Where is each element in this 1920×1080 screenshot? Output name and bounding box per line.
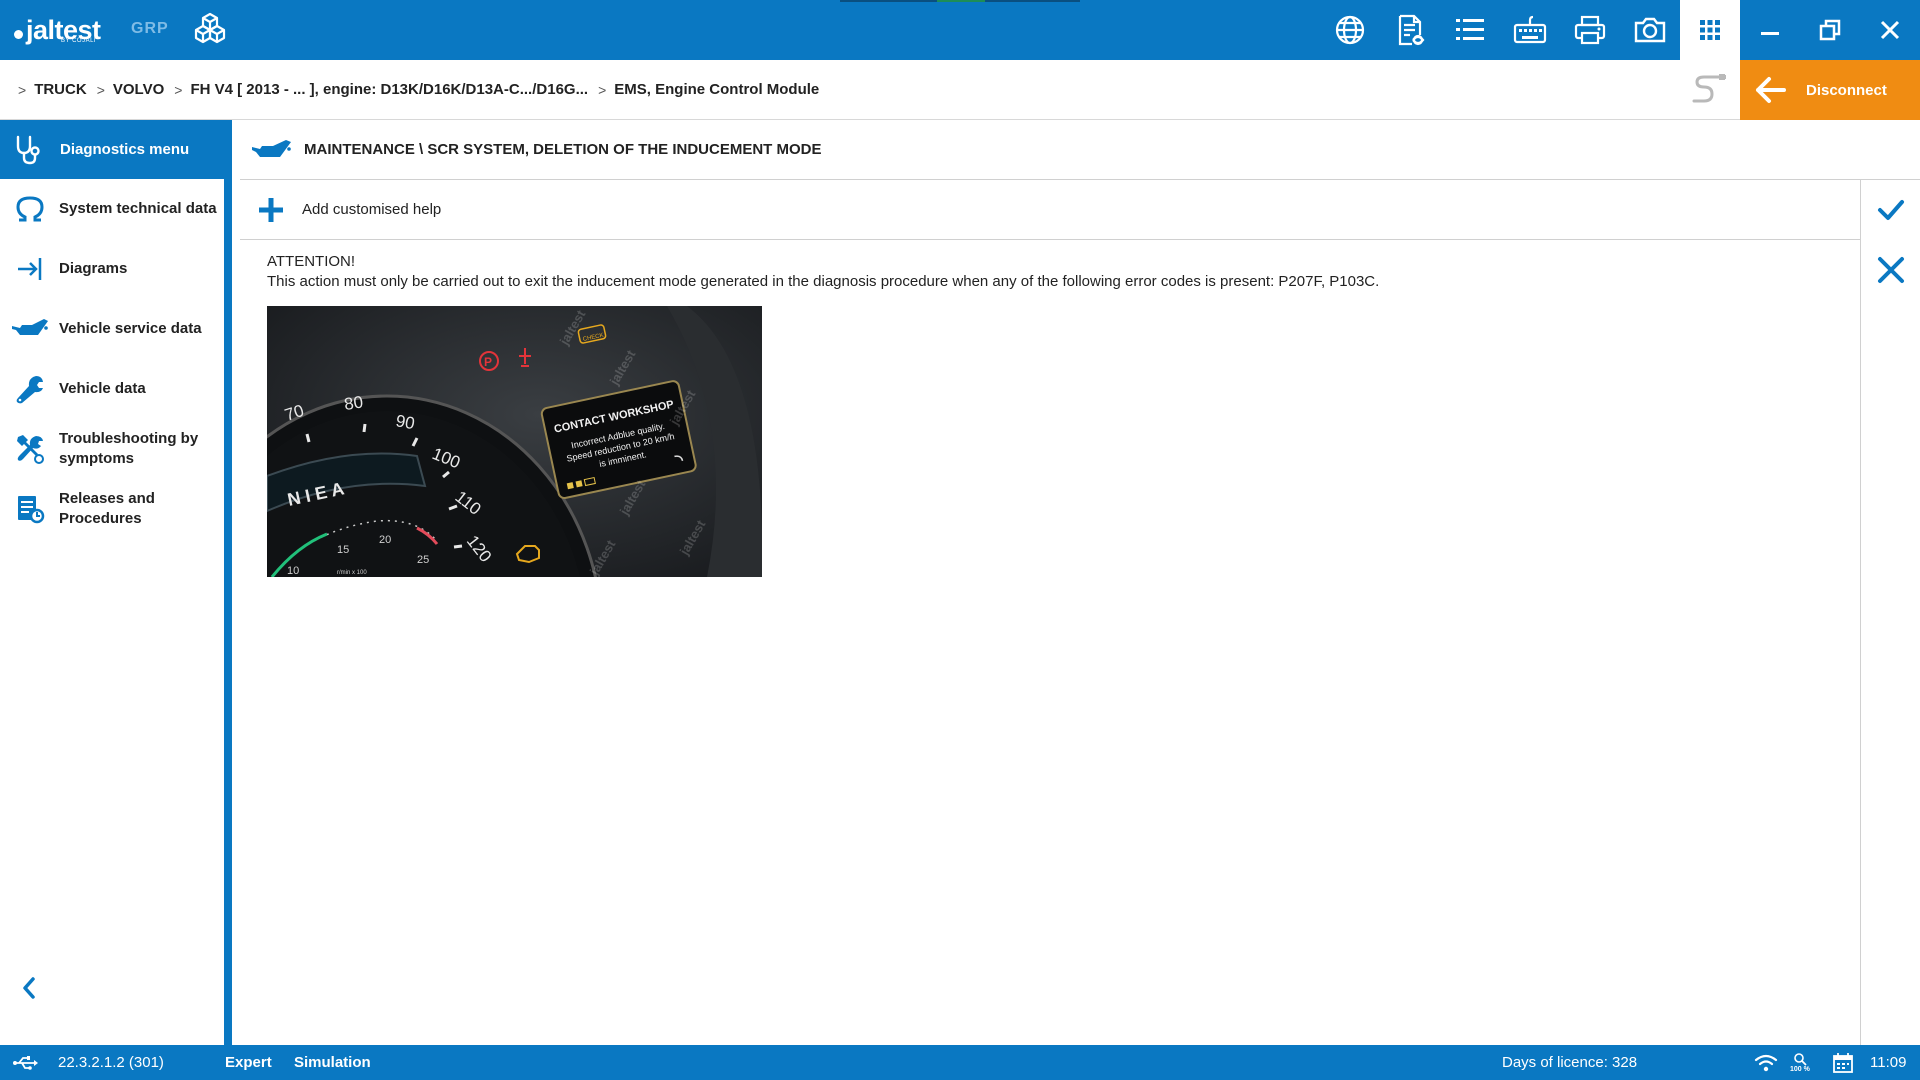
zoom-icon <box>1794 1052 1807 1066</box>
simulation-mode-label: Simulation <box>294 1054 371 1071</box>
keyboard-icon[interactable] <box>1500 0 1560 60</box>
oil-can-icon <box>11 319 48 335</box>
svg-text:r/min x 100: r/min x 100 <box>337 570 367 576</box>
breadcrumb: > TRUCK > VOLVO > FH V4 [ 2013 - ... ], eng… <box>18 60 829 119</box>
add-customised-help-label: Add customised help <box>302 201 442 218</box>
svg-text:80: 80 <box>343 393 364 414</box>
minimize-icon[interactable] <box>1740 0 1800 60</box>
expert-mode-label: Expert <box>225 1054 272 1071</box>
sidebar-item-label: System technical data <box>59 200 217 217</box>
sidebar-item-label: Troubleshooting by symptoms <box>59 430 199 467</box>
sidebar-item-label: Vehicle service data <box>59 320 202 337</box>
svg-text:P: P <box>484 355 492 369</box>
version-label: 22.3.2.1.2 (301) <box>58 1054 164 1071</box>
svg-text:15: 15 <box>337 544 349 556</box>
section-header: MAINTENANCE \ SCR SYSTEM, DELETION OF TH… <box>240 120 1920 180</box>
sidebar: Diagnostics menu System technical data D… <box>0 120 232 1045</box>
breadcrumb-bar: > TRUCK > VOLVO > FH V4 [ 2013 - ... ], eng… <box>0 60 1920 120</box>
breadcrumb-item-truck[interactable]: > TRUCK <box>18 81 87 98</box>
apps-grid-icon[interactable] <box>1680 0 1740 60</box>
breadcrumb-item-system[interactable]: > EMS, Engine Control Module <box>598 81 819 98</box>
restore-icon[interactable] <box>1800 0 1860 60</box>
check-icon <box>1877 200 1904 220</box>
page-title: MAINTENANCE \ SCR SYSTEM, DELETION OF TH… <box>304 141 822 158</box>
diagram-arrow-icon <box>17 258 41 280</box>
wifi-icon <box>1754 1045 1778 1080</box>
confirm-button[interactable] <box>1861 180 1920 240</box>
document-view-icon[interactable] <box>1380 0 1440 60</box>
connection-cable-icon <box>1692 74 1726 103</box>
toolbar-icons <box>1320 0 1740 60</box>
printer-icon[interactable] <box>1560 0 1620 60</box>
sidebar-header-diagnostics-menu[interactable]: Diagnostics menu <box>0 120 224 179</box>
attention-content: ATTENTION! This action must only be carr… <box>267 252 1847 292</box>
close-icon[interactable] <box>1860 0 1920 60</box>
action-rail <box>1860 180 1920 1045</box>
collapse-sidebar-button[interactable] <box>14 973 44 1003</box>
sidebar-item-label: Vehicle data <box>59 380 146 397</box>
sidebar-item-diagrams[interactable]: Diagrams <box>0 239 224 299</box>
top-bar: jaltest BY COJALI GRP <box>0 0 1920 60</box>
svg-text:90: 90 <box>394 411 416 433</box>
clock-time: 11:09 <box>1870 1054 1907 1071</box>
chevron-left-icon <box>23 977 35 999</box>
cancel-button[interactable] <box>1861 240 1920 300</box>
zoom-level: 100 % <box>1790 1065 1810 1073</box>
sidebar-item-vehicle-data[interactable]: Vehicle data <box>0 359 224 419</box>
svg-text:25: 25 <box>417 554 429 566</box>
list-icon[interactable] <box>1440 0 1500 60</box>
sidebar-item-troubleshooting[interactable]: Troubleshooting by symptoms <box>0 419 224 479</box>
sidebar-item-releases-procedures[interactable]: Releases and Procedures <box>0 479 224 539</box>
attention-text: This action must only be carried out to … <box>267 273 1380 290</box>
status-bar: 22.3.2.1.2 (301) Expert Simulation Days … <box>0 1045 1920 1080</box>
calendar-icon[interactable] <box>1832 1045 1854 1080</box>
sidebar-item-label: Releases and Procedures <box>59 490 155 527</box>
tools-icon <box>16 435 44 464</box>
wrench-icon <box>16 376 43 404</box>
cubes-icon[interactable] <box>190 11 230 51</box>
plus-icon <box>259 197 283 222</box>
dashboard-image: 70 80 90 100 110 120 N I E A 10 15 20 25… <box>267 306 762 577</box>
svg-text:10: 10 <box>287 565 299 577</box>
licence-days-label: Days of licence: 328 <box>1502 1054 1638 1071</box>
stethoscope-icon <box>16 135 40 164</box>
add-customised-help-row[interactable]: Add customised help <box>240 180 1860 240</box>
breadcrumb-item-volvo[interactable]: > VOLVO <box>97 81 165 98</box>
oil-can-icon <box>252 139 291 157</box>
procedures-icon <box>17 496 44 524</box>
disconnect-button[interactable]: Disconnect <box>1740 60 1920 120</box>
grp-label[interactable]: GRP <box>131 20 169 38</box>
close-icon <box>1877 257 1904 283</box>
disconnect-label: Disconnect <box>1806 81 1887 99</box>
sidebar-header-label: Diagnostics menu <box>60 141 190 158</box>
arrow-left-icon <box>1756 77 1786 103</box>
dashboard-illustration: 70 80 90 100 110 120 N I E A 10 15 20 25… <box>267 306 762 577</box>
sidebar-item-label: Diagrams <box>59 260 128 277</box>
zoom-indicator[interactable]: 100 % <box>1790 1045 1810 1080</box>
breadcrumb-item-model[interactable]: > FH V4 [ 2013 - ... ], engine: D13K/D16K… <box>174 81 588 98</box>
top-notch-accent <box>937 0 985 2</box>
svg-text:20: 20 <box>379 534 391 546</box>
jaltest-logo: jaltest BY COJALI <box>14 10 101 50</box>
attention-title: ATTENTION! <box>267 253 356 270</box>
camera-icon[interactable] <box>1620 0 1680 60</box>
sidebar-item-vehicle-service-data[interactable]: Vehicle service data <box>0 299 224 359</box>
usb-icon <box>12 1045 38 1080</box>
globe-icon[interactable] <box>1320 0 1380 60</box>
sidebar-item-system-technical-data[interactable]: System technical data <box>0 179 224 239</box>
omega-icon <box>15 196 44 222</box>
